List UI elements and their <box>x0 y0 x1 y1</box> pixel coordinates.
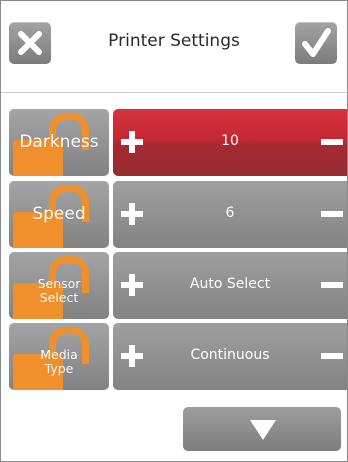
setting-value-control: 6 <box>113 181 347 248</box>
plus-icon[interactable] <box>121 203 143 225</box>
cancel-button[interactable] <box>9 22 51 64</box>
speed-label-button[interactable]: Speed <box>9 181 109 248</box>
setting-row-sensor-select: Sensor Select Auto Select <box>9 252 347 319</box>
setting-value-control: Auto Select <box>113 252 347 319</box>
minus-icon[interactable] <box>321 139 343 145</box>
setting-value: 6 <box>225 205 235 221</box>
setting-value-control: 10 <box>113 109 347 176</box>
setting-value: 10 <box>221 133 239 149</box>
setting-value: Auto Select <box>189 276 271 292</box>
sensor-select-label-button[interactable]: Sensor Select <box>9 252 109 319</box>
setting-row-speed: Speed 6 <box>9 181 347 248</box>
plus-icon[interactable] <box>121 345 143 367</box>
close-icon <box>18 31 42 55</box>
media-type-label-button[interactable]: Media Type <box>9 323 109 390</box>
setting-label: Sensor Select <box>37 276 81 305</box>
confirm-button[interactable] <box>295 22 337 64</box>
minus-icon[interactable] <box>321 353 343 359</box>
arrow-down-icon <box>250 420 276 440</box>
minus-icon[interactable] <box>321 282 343 288</box>
printer-settings-screen: Printer Settings Darkness 10 Speed 6 Sen… <box>0 0 348 462</box>
header-divider <box>1 92 347 93</box>
setting-label: Darkness <box>19 131 99 152</box>
setting-row-darkness: Darkness 10 <box>9 109 347 176</box>
setting-label: Media Type <box>40 347 78 376</box>
scroll-down-button[interactable] <box>183 407 341 451</box>
setting-label: Speed <box>32 203 86 224</box>
setting-row-media-type: Media Type Continuous <box>9 323 347 390</box>
plus-icon[interactable] <box>121 274 143 296</box>
darkness-label-button[interactable]: Darkness <box>9 109 109 176</box>
setting-value: Continuous <box>190 347 270 363</box>
check-icon <box>302 28 331 57</box>
page-title: Printer Settings <box>108 31 240 51</box>
plus-icon[interactable] <box>121 131 143 153</box>
minus-icon[interactable] <box>321 211 343 217</box>
setting-value-control: Continuous <box>113 323 347 390</box>
